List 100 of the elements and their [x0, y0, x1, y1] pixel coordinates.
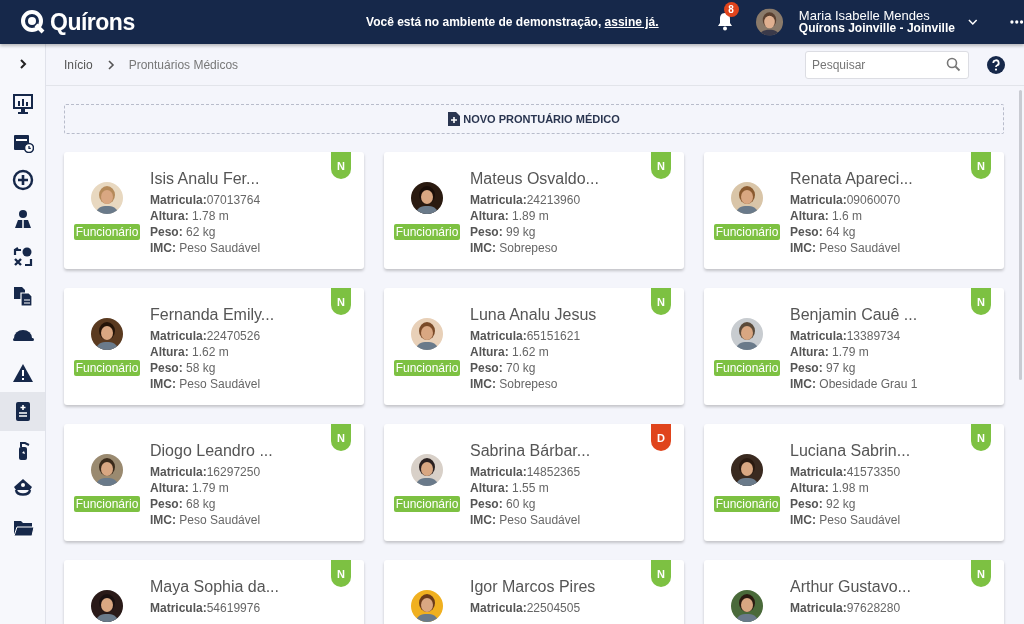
registration-text: Matricula:14852365	[470, 464, 582, 480]
weight-text: Peso: 62 kg	[150, 224, 217, 240]
bmi-text: IMC: Peso Saudável	[150, 240, 261, 256]
more-icon[interactable]	[1010, 20, 1024, 24]
registration-text: Matricula:22504505	[470, 600, 582, 616]
bmi-text: IMC: Peso Saudável	[790, 240, 902, 256]
weight-text: Peso: 68 kg	[150, 496, 217, 512]
breadcrumb-current: Prontuários Médicos	[128, 57, 239, 72]
monitor-icon	[11, 92, 34, 115]
patient-card[interactable]: Funcionário Diogo Leandro ... Matricula:16297250 Altura: 1.79 m Peso: 68 kg IMC: Peso Saudável N	[64, 424, 364, 541]
role-tag: Funcionário	[713, 224, 781, 240]
documents-icon	[11, 284, 34, 307]
patient-card[interactable]: Funcionário Sabrina Bárbar... Matricula:14852365 Altura: 1.55 m Peso: 60 kg IMC: Peso Saudável D	[384, 424, 684, 541]
patient-card[interactable]: Funcionário Mateus Osvaldo... Matricula:24213960 Altura: 1.89 m Peso: 99 kg IMC: Sobrepeso N	[384, 152, 684, 269]
weight-text: Peso: 60 kg	[470, 496, 537, 512]
bmi-text: IMC: Peso Saudável	[790, 512, 902, 528]
search-field[interactable]: Pesquisar	[805, 50, 969, 79]
role-tag: Funcionário	[713, 496, 781, 512]
status-ribbon: N	[971, 424, 991, 451]
role-tag: Funcionário	[713, 360, 781, 376]
registration-text: Matricula:07013764	[150, 192, 261, 208]
patient-name: Renata Apareci...	[790, 170, 913, 188]
user-name[interactable]: Maria Isabelle Mendes	[798, 9, 955, 22]
sidebar-item[interactable]	[0, 392, 45, 431]
role-tag: Funcionário	[73, 496, 141, 512]
patient-name: Mateus Osvaldo...	[470, 170, 599, 188]
patient-card[interactable]: Arthur Gustavo... Matricula:97628280 N	[704, 560, 1004, 624]
role-tag: Funcionário	[393, 360, 461, 376]
status-ribbon: N	[971, 152, 991, 179]
patient-card[interactable]: Funcionário Isis Analu Fer... Matricula:07013764 Altura: 1.78 m Peso: 62 kg IMC: Peso Saudável N	[64, 152, 364, 269]
new-record-button[interactable]: NOVO PRONTUÁRIO MÉDICO	[64, 104, 1004, 134]
registration-text: Matricula:97628280	[790, 600, 902, 616]
bmi-text: IMC: Obesidade Grau 1	[790, 376, 918, 392]
bmi-text: IMC: Sobrepeso	[470, 376, 559, 392]
patient-name: Arthur Gustavo...	[790, 578, 911, 596]
patient-name: Benjamin Cauê ...	[790, 306, 918, 324]
user-organization: Quírons Joinville - Joinville	[798, 22, 955, 35]
registration-text: Matricula:22470526	[150, 328, 262, 344]
role-tag: Funcionário	[73, 360, 141, 376]
status-ribbon: N	[971, 560, 991, 587]
registration-text: Matricula:09060070	[790, 192, 902, 208]
height-text: Altura: 1.55 m	[470, 480, 550, 496]
patient-card[interactable]: Funcionário Fernanda Emily... Matricula:22470526 Altura: 1.62 m Peso: 58 kg IMC: Peso Saudável N	[64, 288, 364, 405]
role-tag: Funcionário	[73, 224, 141, 240]
patient-card[interactable]: Funcionário Luna Analu Jesus Matricula:65151621 Altura: 1.62 m Peso: 70 kg IMC: Sobrepeso N	[384, 288, 684, 405]
registration-text: Matricula:24213960	[470, 192, 582, 208]
file-plus-icon	[448, 112, 461, 126]
height-text: Altura: 1.79 m	[150, 480, 230, 496]
help-icon[interactable]	[987, 55, 1005, 74]
bmi-text: IMC: Sobrepeso	[470, 240, 559, 256]
patient-card[interactable]: Funcionário Renata Apareci... Matricula:09060070 Altura: 1.6 m Peso: 64 kg IMC: Peso Saudável N	[704, 152, 1004, 269]
weight-text: Peso: 58 kg	[150, 360, 217, 376]
swap-icon	[11, 246, 34, 269]
logo-icon	[20, 9, 46, 35]
patient-name: Luciana Sabrin...	[790, 442, 911, 460]
weight-text: Peso: 92 kg	[790, 496, 857, 512]
status-ribbon: N	[651, 288, 671, 315]
status-ribbon: N	[331, 560, 351, 587]
bmi-text: IMC: Peso Saudável	[150, 376, 262, 392]
bmi-text: IMC: Peso Saudável	[470, 512, 582, 528]
height-text: Altura: 1.62 m	[470, 344, 550, 360]
height-text: Altura: 1.62 m	[150, 344, 230, 360]
subscribe-link[interactable]: assine já.	[604, 15, 659, 29]
patient-name: Igor Marcos Pires	[470, 578, 596, 596]
patient-name: Diogo Leandro ...	[150, 442, 273, 460]
breadcrumb-link[interactable]: Início	[64, 57, 93, 72]
role-tag: Funcionário	[393, 496, 461, 512]
weight-text: Peso: 70 kg	[470, 360, 537, 376]
status-ribbon: N	[651, 152, 671, 179]
search-icon[interactable]	[946, 56, 961, 72]
bmi-text: IMC: Peso Saudável	[150, 512, 262, 528]
patient-name: Isis Analu Fer...	[150, 170, 261, 188]
patient-card[interactable]: Maya Sophia da... Matricula:54619976 N	[64, 560, 364, 624]
weight-text: Peso: 99 kg	[470, 224, 537, 240]
height-text: Altura: 1.79 m	[790, 344, 870, 360]
registration-text: Matricula:54619976	[150, 600, 262, 616]
registration-text: Matricula:16297250	[150, 464, 262, 480]
status-ribbon: N	[331, 424, 351, 451]
logo-text: Quírons	[50, 8, 135, 36]
status-ribbon: D	[651, 424, 671, 451]
registration-text: Matricula:41573350	[790, 464, 902, 480]
weight-text: Peso: 64 kg	[790, 224, 857, 240]
height-text: Altura: 1.98 m	[790, 480, 870, 496]
patient-name: Fernanda Emily...	[150, 306, 275, 324]
patient-name: Sabrina Bárbar...	[470, 442, 591, 460]
role-tag: Funcionário	[393, 224, 461, 240]
patient-name: Maya Sophia da...	[150, 578, 279, 596]
patient-card[interactable]: Igor Marcos Pires Matricula:22504505 N	[384, 560, 684, 624]
height-text: Altura: 1.78 m	[150, 208, 230, 224]
patient-card[interactable]: Funcionário Benjamin Cauê ... Matricula:13389734 Altura: 1.79 m Peso: 97 kg IMC: Obesidade Grau 1 N	[704, 288, 1004, 405]
plus-icon	[11, 169, 34, 192]
status-ribbon: N	[331, 288, 351, 315]
status-ribbon: N	[971, 288, 991, 315]
weight-text: Peso: 97 kg	[790, 360, 857, 376]
height-text: Altura: 1.6 m	[790, 208, 864, 224]
demo-notice-text: Você está no ambiente de demonstração, assine já.	[366, 15, 659, 29]
notification-badge: 8	[723, 2, 739, 17]
chevron-right-icon	[17, 58, 28, 70]
height-text: Altura: 1.89 m	[470, 208, 550, 224]
patient-card[interactable]: Funcionário Luciana Sabrin... Matricula:41573350 Altura: 1.98 m Peso: 92 kg IMC: Peso Saudável N	[704, 424, 1004, 541]
